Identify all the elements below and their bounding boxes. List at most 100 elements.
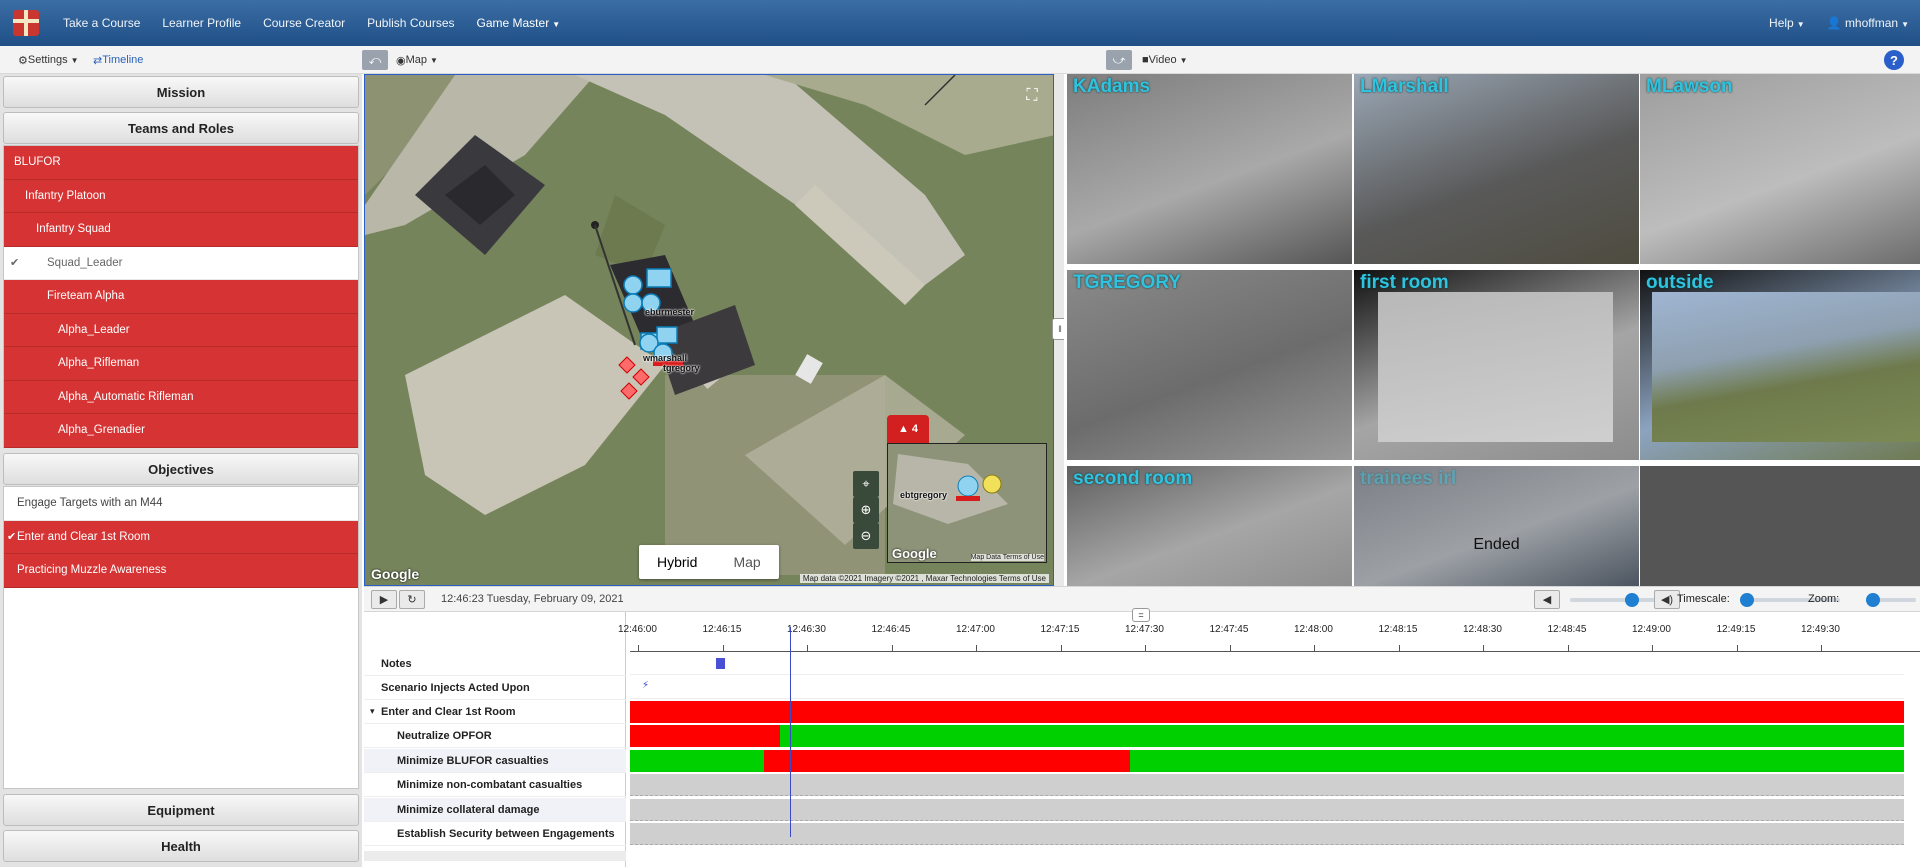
map-type-map[interactable]: Map [715,545,778,579]
video-feed-tile[interactable]: trainees irl Ended [1354,466,1639,586]
team-role-item[interactable]: Alpha_Automatic Rifleman [4,380,358,414]
video-panel-toggle-button[interactable]: ⤻ [1106,46,1132,74]
note-bookmark-icon[interactable] [716,658,725,669]
map-panel[interactable]: ⛶ eburmester wmarshall tgregory ▲ 4 ebtg… [364,74,1054,586]
timeline-status-segment[interactable] [1130,750,1904,772]
unit-marker[interactable] [623,275,643,295]
enemy-marker[interactable] [618,356,636,374]
teams-roles-header[interactable]: Teams and Roles [3,112,359,144]
timeline-row-label[interactable]: ▾ Enter and Clear 1st Room [364,700,626,724]
map-type-hybrid[interactable]: Hybrid [639,545,715,579]
timeline-status-segment[interactable] [630,701,1904,723]
timeline-track-empty[interactable] [630,774,1904,796]
timescale-slider-knob[interactable] [1740,593,1754,607]
nav-user-menu[interactable]: 👤 mhoffman ▼ [1816,16,1920,30]
fullscreen-icon[interactable]: ⛶ [1019,83,1045,109]
nav-help[interactable]: Help ▼ [1758,16,1816,30]
volume-slider-knob[interactable] [1624,593,1639,607]
objective-marker[interactable] [982,474,1002,494]
timeline-row-label[interactable]: Minimize BLUFOR casualties [364,749,626,773]
team-role-item[interactable]: Infantry Platoon [4,179,358,213]
video-feed-tile[interactable]: LMarshall [1354,74,1639,264]
timeline-track[interactable] [630,653,1904,675]
help-question-button[interactable]: ? [1884,50,1904,70]
playhead-cursor[interactable] [790,627,791,837]
timeline-tick [1652,645,1653,651]
gift-logo-icon[interactable] [0,0,52,46]
nav-course-creator[interactable]: Course Creator [252,16,356,30]
timeline-row-label[interactable]: Minimize non-combatant casualties [364,773,626,797]
video-feed-tile[interactable]: KAdams [1067,74,1352,264]
objectives-header[interactable]: Objectives [3,453,359,485]
team-role-item[interactable]: Infantry Squad [4,213,358,247]
my-location-icon[interactable]: ⌖ [853,471,879,497]
timeline-status-segment[interactable] [764,750,1130,772]
timeline-track-empty[interactable] [630,823,1904,845]
video-feed-label: KAdams [1073,76,1151,97]
nav-take-course[interactable]: Take a Course [52,16,151,30]
expand-toggle-icon[interactable]: ▾ [370,706,375,717]
unit-marker[interactable] [623,293,643,313]
overview-minimap[interactable]: ebtgregory Google Map Data Terms of Use [887,443,1047,563]
inject-lightning-icon[interactable]: ⚡ [642,680,649,691]
video-feed-tile[interactable]: second room [1067,466,1352,586]
play-icon[interactable]: ▶ [371,590,397,609]
equipment-header[interactable]: Equipment [3,794,359,826]
timeline-track[interactable] [630,677,1904,699]
video-feed-tile[interactable] [1640,466,1920,586]
objective-item[interactable]: Engage Targets with an M44 [4,487,358,521]
health-header[interactable]: Health [3,830,359,862]
timeline-toggle[interactable]: ⇄ Timeline [93,46,143,74]
timeline-row-label[interactable]: Neutralize OPFOR [364,724,626,748]
volume-slider[interactable] [1570,593,1660,607]
objective-item[interactable]: ✔ Enter and Clear 1st Room [4,520,358,554]
timeline-track-empty[interactable] [630,799,1904,821]
video-menu[interactable]: ■ Video ▼ [1142,46,1188,74]
timeline-row-label[interactable]: Notes [364,652,626,676]
map-credit[interactable]: Map data ©2021 Imagery ©2021 , Maxar Tec… [799,574,1049,583]
timeline-resize-handle[interactable]: = [1132,608,1150,622]
settings-menu[interactable]: ⚙ Settings ▼ [18,46,79,74]
user-name: mhoffman [1844,16,1899,30]
timeline-status-segment[interactable] [630,750,764,772]
unit-marker[interactable] [656,326,678,344]
team-role-item[interactable]: Fireteam Alpha [4,280,358,314]
team-role-item[interactable]: Alpha_Rifleman [4,347,358,381]
timeline-status-segment[interactable] [630,725,780,747]
alert-badge[interactable]: ▲ 4 [887,415,929,443]
video-frame [1652,292,1920,442]
minimap-terms[interactable]: Map Data Terms of Use [970,554,1044,561]
replay-icon[interactable]: ↻ [399,590,425,609]
timeline-row-label[interactable]: Scenario Injects Acted Upon [364,676,626,700]
timeline-tick [891,645,893,651]
timeline-row-label[interactable]: Establish Security between Engagements [364,822,626,846]
video-feed-tile[interactable]: MLawson [1640,74,1920,264]
team-role-item[interactable]: ✔ Squad_Leader [4,246,358,280]
volume-mute-icon[interactable]: ◀ [1534,590,1560,609]
team-role-item[interactable]: BLUFOR [4,146,358,180]
objective-item[interactable]: Practicing Muzzle Awareness [4,554,358,588]
video-feed-tile[interactable]: first room [1354,270,1639,460]
team-role-item[interactable]: Alpha_Leader [4,313,358,347]
map-panel-toggle-button[interactable]: ⤺ [362,46,388,74]
timeline-row-label[interactable]: Minimize collateral damage [364,798,626,822]
enemy-marker[interactable] [632,368,650,386]
mission-header[interactable]: Mission [3,76,359,108]
team-role-item[interactable]: Alpha_Grenadier [4,414,358,448]
timeline-status-segment[interactable] [780,725,1904,747]
video-feed-label: second room [1073,468,1193,489]
nav-game-master[interactable]: Game Master ▼ [466,16,572,30]
video-feed-tile[interactable]: TGREGORY [1067,270,1352,460]
zoom-in-icon[interactable]: ⊕ [853,497,879,523]
unit-marker[interactable] [957,475,979,497]
video-feed-tile[interactable]: outside [1640,270,1920,460]
map-menu[interactable]: ◉ Map ▼ [396,46,438,74]
zoom-slider-knob[interactable] [1866,593,1880,607]
nav-learner-profile[interactable]: Learner Profile [151,16,252,30]
zoom-slider[interactable] [1866,593,1916,607]
enemy-marker[interactable] [620,382,638,400]
zoom-out-icon[interactable]: ⊖ [853,523,879,549]
nav-publish-courses[interactable]: Publish Courses [356,16,465,30]
timeline-label-scrollbar[interactable] [364,851,626,861]
unit-marker[interactable] [646,268,672,288]
